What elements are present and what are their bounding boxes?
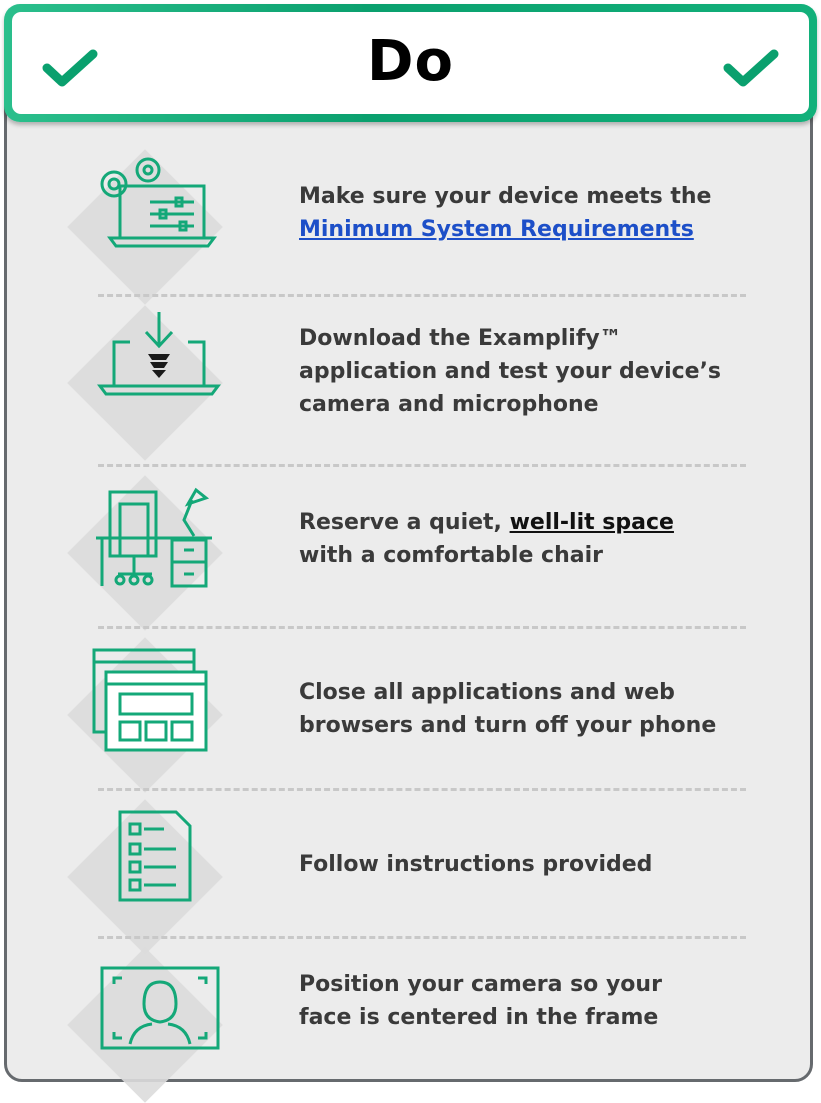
laptop-download-icon: [97, 312, 221, 396]
browser-windows-icon: [92, 648, 208, 752]
minimum-system-requirements-link[interactable]: Minimum System Requirements: [299, 217, 694, 242]
dashed-divider: [98, 936, 746, 939]
header-inner: Do: [12, 12, 809, 114]
desk-workspace-icon: [96, 487, 212, 588]
item-text: Make sure your device meets the Minimum …: [299, 184, 712, 242]
list-item: Make sure your device meets the Minimum …: [67, 149, 760, 305]
dashed-divider: [98, 464, 746, 467]
page-title: Do: [367, 29, 454, 94]
icon-container: [67, 475, 240, 631]
checkmark-icon: [723, 49, 779, 87]
list-item: Close all applications and web browsers …: [67, 637, 760, 793]
checklist-document-icon: [118, 810, 192, 902]
icon-container: [67, 799, 240, 955]
item-text: Download the Examplify™ application and …: [299, 326, 722, 417]
list-item: Download the Examplify™ application and …: [67, 305, 760, 461]
icon-container: [67, 149, 240, 305]
list-item: Follow instructions provided: [67, 799, 760, 955]
icon-container: [67, 305, 240, 461]
icon-container: [67, 637, 240, 793]
laptop-settings-icon: [100, 157, 217, 248]
item-text: Follow instructions provided: [299, 852, 653, 877]
dashed-divider: [98, 788, 746, 791]
list-item: Reserve a quiet, well-lit space with a c…: [67, 475, 760, 631]
dashed-divider: [98, 626, 746, 629]
icon-container: [67, 947, 240, 1103]
item-text: Reserve a quiet, well-lit space with a c…: [299, 510, 674, 568]
item-text: Close all applications and web browsers …: [299, 680, 717, 738]
well-lit-space-emphasis: well-lit space: [509, 510, 674, 535]
dashed-divider: [98, 294, 746, 297]
camera-frame-face-icon: [100, 966, 220, 1050]
list-item: Position your camera so your face is cen…: [67, 947, 760, 1103]
item-text: Position your camera so your face is cen…: [299, 972, 662, 1030]
header-banner: Do: [4, 4, 817, 122]
